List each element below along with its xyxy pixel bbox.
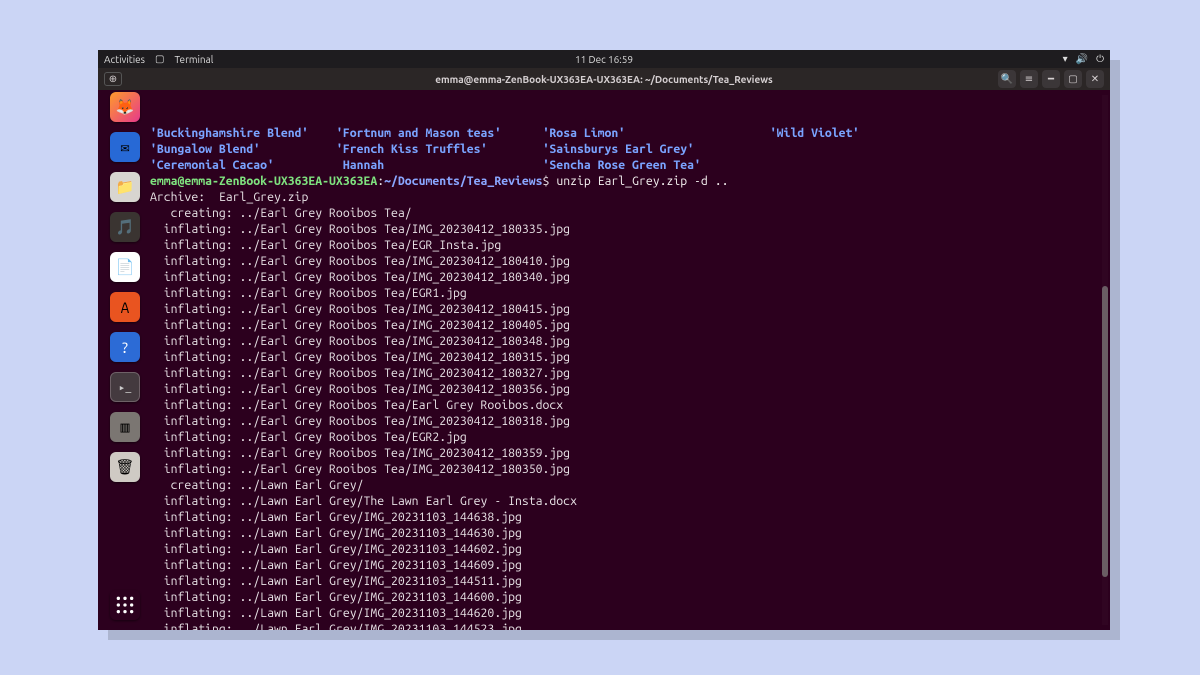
output-line: inflating: ../Earl Grey Rooibos Tea/EGR1… bbox=[150, 286, 1104, 302]
output-line: inflating: ../Earl Grey Rooibos Tea/IMG_… bbox=[150, 334, 1104, 350]
wifi-icon[interactable]: ▾ bbox=[1063, 53, 1068, 65]
libreoffice-writer-icon[interactable]: 📄 bbox=[110, 252, 140, 282]
output-line: inflating: ../Earl Grey Rooibos Tea/IMG_… bbox=[150, 302, 1104, 318]
ubuntu-software-icon[interactable]: A bbox=[110, 292, 140, 322]
output-line: inflating: ../Lawn Earl Grey/IMG_2023110… bbox=[150, 622, 1104, 630]
output-line: inflating: ../Lawn Earl Grey/IMG_2023110… bbox=[150, 542, 1104, 558]
files-icon[interactable]: 📁 bbox=[110, 172, 140, 202]
output-line: inflating: ../Earl Grey Rooibos Tea/IMG_… bbox=[150, 318, 1104, 334]
clock[interactable]: 11 Dec 16:59 bbox=[98, 54, 1110, 65]
ls-row: 'Buckinghamshire Blend' 'Fortnum and Mas… bbox=[150, 126, 1104, 142]
window-title: emma@emma-ZenBook-UX363EA-UX363EA: ~/Doc… bbox=[98, 74, 1110, 85]
output-line: inflating: ../Earl Grey Rooibos Tea/IMG_… bbox=[150, 350, 1104, 366]
output-line: inflating: ../Earl Grey Rooibos Tea/IMG_… bbox=[150, 270, 1104, 286]
terminal-dock-icon[interactable]: ▸_ bbox=[110, 372, 140, 402]
activities-button[interactable]: Activities bbox=[104, 54, 145, 65]
volume-icon[interactable]: 🔊 bbox=[1076, 53, 1088, 65]
rhythmbox-icon[interactable]: 🎵 bbox=[110, 212, 140, 242]
window-titlebar[interactable]: ⊕ emma@emma-ZenBook-UX363EA-UX363EA: ~/D… bbox=[98, 68, 1110, 90]
output-line: inflating: ../Earl Grey Rooibos Tea/IMG_… bbox=[150, 222, 1104, 238]
terminal-icon: ▢ bbox=[155, 53, 164, 65]
app-menu[interactable]: Terminal bbox=[174, 54, 213, 65]
show-apps-icon[interactable] bbox=[110, 590, 140, 620]
gnome-topbar: Activities ▢ Terminal 11 Dec 16:59 ▾ 🔊 ⏻ bbox=[98, 50, 1110, 68]
output-line: inflating: ../Lawn Earl Grey/IMG_2023110… bbox=[150, 574, 1104, 590]
output-line: inflating: ../Earl Grey Rooibos Tea/IMG_… bbox=[150, 366, 1104, 382]
trash-icon[interactable]: 🗑 bbox=[110, 452, 140, 482]
scrollbar-thumb[interactable] bbox=[1102, 286, 1108, 578]
output-line: creating: ../Lawn Earl Grey/ bbox=[150, 478, 1104, 494]
thunderbird-icon[interactable]: ✉ bbox=[110, 132, 140, 162]
output-line: inflating: ../Lawn Earl Grey/IMG_2023110… bbox=[150, 526, 1104, 542]
output-line: inflating: ../Earl Grey Rooibos Tea/EGR2… bbox=[150, 430, 1104, 446]
scrollbar[interactable] bbox=[1102, 95, 1108, 625]
disk-icon[interactable]: ▥ bbox=[110, 412, 140, 442]
output-line: inflating: ../Lawn Earl Grey/IMG_2023110… bbox=[150, 558, 1104, 574]
command-text: unzip Earl_Grey.zip -d .. bbox=[556, 175, 728, 188]
output-line: inflating: ../Earl Grey Rooibos Tea/Earl… bbox=[150, 398, 1104, 414]
ls-row: 'Ceremonial Cacao' Hannah 'Sencha Rose G… bbox=[150, 158, 1104, 174]
output-line: inflating: ../Lawn Earl Grey/The Lawn Ea… bbox=[150, 494, 1104, 510]
firefox-icon[interactable]: 🦊 bbox=[110, 92, 140, 122]
prompt-line: emma@emma-ZenBook-UX363EA-UX363EA:~/Docu… bbox=[150, 174, 1104, 190]
help-icon[interactable]: ? bbox=[110, 332, 140, 362]
output-line: inflating: ../Earl Grey Rooibos Tea/IMG_… bbox=[150, 446, 1104, 462]
terminal-viewport[interactable]: 'Buckinghamshire Blend' 'Fortnum and Mas… bbox=[98, 90, 1110, 630]
output-line: Archive: Earl_Grey.zip bbox=[150, 190, 1104, 206]
output-line: inflating: ../Lawn Earl Grey/IMG_2023110… bbox=[150, 510, 1104, 526]
power-icon[interactable]: ⏻ bbox=[1096, 53, 1104, 65]
output-line: inflating: ../Earl Grey Rooibos Tea/IMG_… bbox=[150, 382, 1104, 398]
output-line: inflating: ../Lawn Earl Grey/IMG_2023110… bbox=[150, 590, 1104, 606]
output-line: inflating: ../Earl Grey Rooibos Tea/IMG_… bbox=[150, 254, 1104, 270]
output-line: inflating: ../Lawn Earl Grey/IMG_2023110… bbox=[150, 606, 1104, 622]
output-line: inflating: ../Earl Grey Rooibos Tea/EGR_… bbox=[150, 238, 1104, 254]
dock: 🦊 ✉ 📁 🎵 📄 A ? ▸_ ▥ 🗑 bbox=[108, 92, 142, 620]
ls-row: 'Bungalow Blend' 'French Kiss Truffles' … bbox=[150, 142, 1104, 158]
output-line: inflating: ../Earl Grey Rooibos Tea/IMG_… bbox=[150, 414, 1104, 430]
output-line: inflating: ../Earl Grey Rooibos Tea/IMG_… bbox=[150, 462, 1104, 478]
output-line: creating: ../Earl Grey Rooibos Tea/ bbox=[150, 206, 1104, 222]
